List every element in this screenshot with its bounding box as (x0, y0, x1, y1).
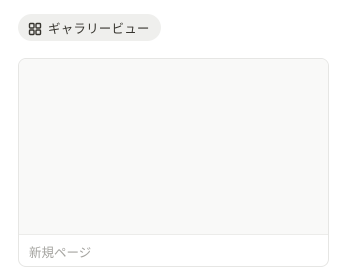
card-title: 新規ページ (29, 245, 92, 260)
gallery-grid-icon (28, 21, 42, 35)
gallery-card[interactable]: 新規ページ (18, 58, 329, 267)
gallery-view-tab[interactable]: ギャラリービュー (18, 14, 161, 41)
gallery-view-tab-label: ギャラリービュー (48, 21, 150, 36)
card-cover (19, 59, 328, 235)
